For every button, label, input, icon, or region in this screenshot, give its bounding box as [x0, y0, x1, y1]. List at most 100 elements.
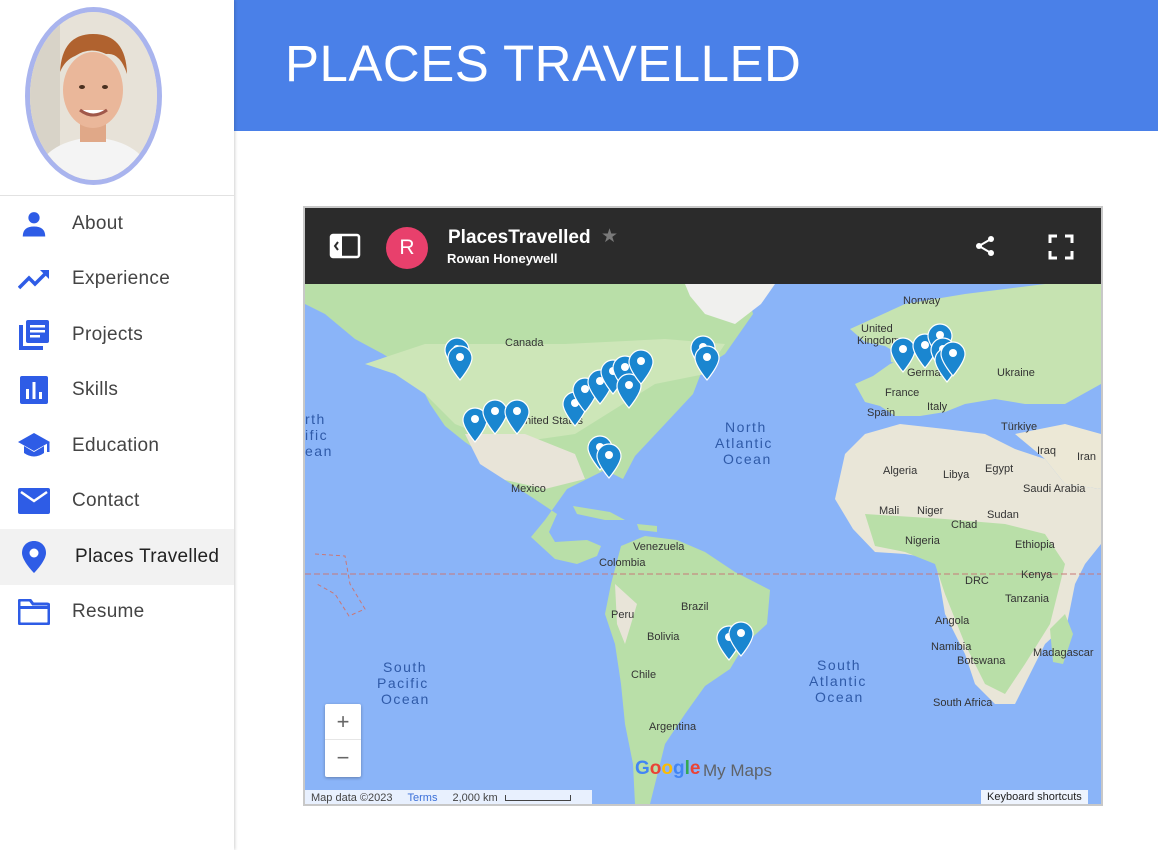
- ocean-label-south-atlantic-3: Ocean: [815, 689, 864, 705]
- map-label-mali: Mali: [879, 505, 899, 517]
- map-owner-avatar: R: [386, 227, 428, 269]
- sidebar-item-label: Places Travelled: [75, 545, 220, 567]
- sidebar-item-contact[interactable]: Contact: [0, 474, 234, 530]
- map-label-madagascar: Madagascar: [1033, 647, 1094, 659]
- ocean-label-north-atlantic-2: Atlantic: [715, 435, 773, 451]
- map-label-angola: Angola: [935, 615, 970, 627]
- ocean-label-south-pacific-3: Ocean: [381, 691, 430, 707]
- terms-link[interactable]: Terms: [408, 792, 438, 804]
- sidebar-item-experience[interactable]: Experience: [0, 252, 234, 308]
- map-label-norway: Norway: [903, 295, 941, 307]
- map-label-chile: Chile: [631, 669, 656, 681]
- sidebar-item-label: Education: [72, 434, 160, 456]
- map-embed: R PlacesTravelled ★ Rowan Honeywell Cana…: [303, 206, 1103, 806]
- map-label-nigeria: Nigeria: [905, 535, 941, 547]
- keyboard-shortcuts-link[interactable]: Keyboard shortcuts: [981, 790, 1088, 804]
- sidebar-item-label: Resume: [72, 601, 145, 623]
- fullscreen-icon[interactable]: [1048, 234, 1074, 260]
- map-label-saudi-arabia: Saudi Arabia: [1023, 483, 1086, 495]
- nav-menu: About Experience Projects Skills Educati…: [0, 196, 234, 640]
- profile-header: [0, 0, 234, 196]
- world-map: Canada United States Mexico Venezuela Co…: [305, 284, 1101, 804]
- map-label-mexico: Mexico: [511, 483, 546, 495]
- map-label-brazil: Brazil: [681, 601, 709, 613]
- zoom-control: + −: [325, 704, 361, 777]
- map-label-turkiye: Türkiye: [1001, 421, 1037, 433]
- sidebar-item-label: Projects: [72, 323, 144, 345]
- sidebar-item-label: Experience: [72, 268, 171, 290]
- ocean-label-south-atlantic-1: South: [817, 657, 861, 673]
- mymaps-brand: My Maps: [703, 761, 772, 780]
- ocean-label-north-pacific-1: rth: [305, 411, 326, 427]
- map-label-botswana: Botswana: [957, 655, 1006, 667]
- scale-bar: [504, 794, 571, 801]
- ocean-label-north-pacific-3: ean: [305, 443, 333, 459]
- map-label-tanzania: Tanzania: [1005, 593, 1050, 605]
- map-owner-name: Rowan Honeywell: [447, 251, 558, 266]
- legend-toggle-icon[interactable]: [329, 233, 361, 259]
- ocean-label-north-atlantic-1: North: [725, 419, 767, 435]
- map-label-colombia: Colombia: [599, 557, 646, 569]
- sidebar-item-label: Contact: [72, 490, 140, 512]
- scale-label: 2,000 km: [452, 791, 498, 804]
- folder-icon: [17, 595, 51, 629]
- map-label-bolivia: Bolivia: [647, 631, 680, 643]
- profile-avatar: [25, 7, 162, 185]
- map-title[interactable]: PlacesTravelled: [448, 227, 591, 249]
- zoom-in-button[interactable]: +: [325, 704, 361, 740]
- profile-photo-illustration: [30, 12, 157, 180]
- page-title: PLACES TRAVELLED: [285, 35, 802, 92]
- google-logo: Google: [635, 758, 701, 779]
- map-data-credit: Map data ©2023: [311, 791, 393, 804]
- map-label-spain: Spain: [867, 407, 895, 419]
- map-label-sudan: Sudan: [987, 509, 1019, 521]
- map-label-algeria: Algeria: [883, 465, 918, 477]
- sidebar-item-education[interactable]: Education: [0, 418, 234, 474]
- ocean-label-south-pacific-2: Pacific: [377, 675, 429, 691]
- sidebar-item-skills[interactable]: Skills: [0, 363, 234, 419]
- map-attribution: Map data ©2023 Terms 2,000 km: [305, 790, 592, 804]
- map-canvas[interactable]: Canada United States Mexico Venezuela Co…: [305, 284, 1101, 804]
- sidebar: About Experience Projects Skills Educati…: [0, 0, 234, 850]
- map-label-argentina: Argentina: [649, 721, 697, 733]
- ocean-label-south-atlantic-2: Atlantic: [809, 673, 867, 689]
- sidebar-item-label: Skills: [72, 379, 119, 401]
- map-label-egypt: Egypt: [985, 463, 1013, 475]
- trending-up-icon: [17, 262, 51, 296]
- map-label-venezuela: Venezuela: [633, 541, 685, 553]
- map-label-libya: Libya: [943, 469, 970, 481]
- article-icon: [17, 318, 51, 352]
- map-label-drc: DRC: [965, 575, 989, 587]
- zoom-out-button[interactable]: −: [325, 740, 361, 776]
- bar-chart-icon: [17, 373, 51, 407]
- school-icon: [17, 429, 51, 463]
- page-header: PLACES TRAVELLED: [234, 0, 1158, 131]
- sidebar-item-projects[interactable]: Projects: [0, 307, 234, 363]
- ocean-label-south-pacific-1: South: [383, 659, 427, 675]
- ocean-label-north-pacific-2: ific: [305, 427, 328, 443]
- map-label-namibia: Namibia: [931, 641, 972, 653]
- star-icon[interactable]: ★: [601, 225, 618, 248]
- map-label-italy: Italy: [927, 401, 948, 413]
- map-label-united-kingdom: United: [861, 323, 893, 335]
- share-icon[interactable]: [973, 234, 997, 258]
- sidebar-item-resume[interactable]: Resume: [0, 585, 234, 641]
- map-label-iraq: Iraq: [1037, 445, 1056, 457]
- map-label-canada: Canada: [505, 337, 544, 349]
- map-label-chad: Chad: [951, 519, 977, 531]
- location-pin-icon: [17, 540, 51, 574]
- sidebar-item-about[interactable]: About: [0, 196, 234, 252]
- ocean-label-north-atlantic-3: Ocean: [723, 451, 772, 467]
- map-label-south-africa: South Africa: [933, 697, 993, 709]
- map-label-ethiopia: Ethiopia: [1015, 539, 1056, 551]
- map-label-ukraine: Ukraine: [997, 367, 1035, 379]
- map-label-france: France: [885, 387, 919, 399]
- map-label-peru: Peru: [611, 609, 634, 621]
- map-label-niger: Niger: [917, 505, 944, 517]
- map-label-iran: Iran: [1077, 451, 1096, 463]
- person-icon: [17, 207, 51, 241]
- mail-icon: [17, 484, 51, 518]
- sidebar-item-label: About: [72, 212, 124, 234]
- map-toolbar: R PlacesTravelled ★ Rowan Honeywell: [305, 208, 1101, 284]
- sidebar-item-places-travelled[interactable]: Places Travelled: [0, 529, 234, 585]
